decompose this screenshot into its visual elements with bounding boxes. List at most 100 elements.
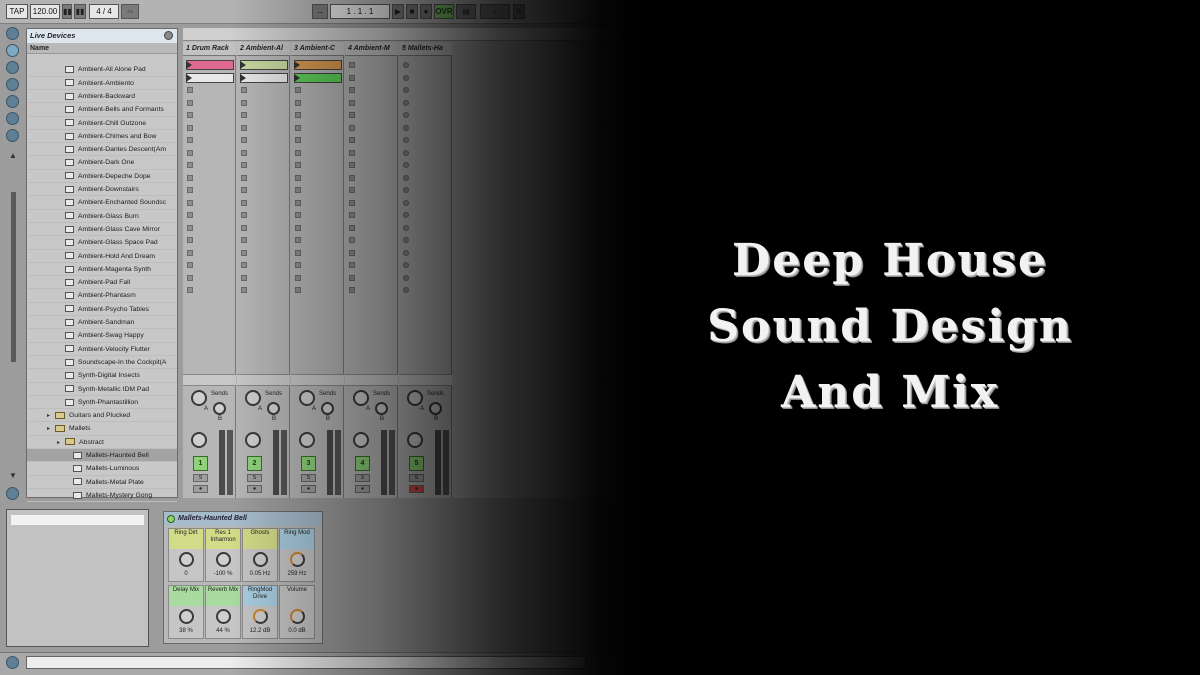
clip-slot-button[interactable] xyxy=(349,274,355,281)
clip-slot-button[interactable] xyxy=(403,112,409,118)
plugin-devices-icon[interactable] xyxy=(6,61,19,74)
overdub-button[interactable]: OVR xyxy=(434,4,454,19)
clip-slot-button[interactable] xyxy=(187,224,193,231)
device-power-icon[interactable] xyxy=(167,515,175,523)
clip-slot-button[interactable] xyxy=(187,124,193,131)
solo-button[interactable]: S xyxy=(247,474,262,482)
browser-item[interactable]: Mallets-Haunted Bell xyxy=(27,449,177,463)
clip-slot-button[interactable] xyxy=(187,237,193,243)
browser-item[interactable]: Ambient-Swag Happy xyxy=(27,329,177,343)
clip-launch-icon[interactable] xyxy=(240,61,246,69)
clip-slot-button[interactable] xyxy=(403,262,409,268)
track-activator-button[interactable]: 4 xyxy=(355,456,370,471)
browser-item[interactable]: Mallets-Luminous xyxy=(27,462,177,476)
clip-slot-button[interactable] xyxy=(187,162,193,168)
clip-slot-button[interactable] xyxy=(241,262,247,268)
clip-slot-button[interactable] xyxy=(349,137,355,143)
clip-slot-button[interactable] xyxy=(187,249,193,256)
clip-slot-button[interactable] xyxy=(295,174,301,181)
clip-slot-button[interactable] xyxy=(403,74,409,81)
send-a-knob[interactable] xyxy=(245,390,261,406)
volume-fader[interactable] xyxy=(281,430,287,495)
solo-button[interactable]: S xyxy=(301,474,316,482)
browser-item[interactable]: Ambient-Pad Fall xyxy=(27,276,177,290)
clip[interactable] xyxy=(294,72,342,83)
song-position-field[interactable]: 1 . 1 . 1 xyxy=(330,4,390,19)
browser-item[interactable]: Soundscape-In the Cockpit(A xyxy=(27,356,177,370)
clip-slot-button[interactable] xyxy=(295,137,301,143)
clip-slot-button[interactable] xyxy=(241,274,247,281)
browser-item[interactable]: Ambient-Bells and Formants xyxy=(27,103,177,117)
clip-slot-button[interactable] xyxy=(241,149,247,156)
file-browser-1-icon[interactable] xyxy=(6,78,19,91)
scroll-up-icon[interactable]: ▲ xyxy=(9,151,17,160)
clip-slot-button[interactable] xyxy=(295,274,301,281)
overview-bar[interactable] xyxy=(183,28,623,41)
browser-item[interactable]: Ambient-Dantes Descent(Am xyxy=(27,143,177,157)
volume-fader[interactable] xyxy=(389,430,395,495)
clip-slot-button[interactable] xyxy=(403,149,409,156)
browser-scrollbar[interactable] xyxy=(11,192,16,362)
clip-slot-button[interactable] xyxy=(349,74,355,81)
clip-slot-button[interactable] xyxy=(241,174,247,181)
clip-slot-button[interactable] xyxy=(241,137,247,143)
clip-slot-button[interactable] xyxy=(241,287,247,293)
clip-stop-row[interactable] xyxy=(237,374,290,386)
clip-slot-button[interactable] xyxy=(295,199,301,206)
browser-item[interactable]: Mallets-Metal Plate xyxy=(27,476,177,489)
metronome-icon[interactable]: ▮▮ xyxy=(62,4,72,19)
clip-slot-button[interactable] xyxy=(349,174,355,181)
browser-item[interactable]: Ambient-Velocity Flutter xyxy=(27,343,177,356)
track-title[interactable]: 1 Drum Rack xyxy=(183,42,236,56)
groove-pool-icon[interactable] xyxy=(6,487,19,500)
clip-slot-button[interactable] xyxy=(295,124,301,131)
clip-launch-icon[interactable] xyxy=(294,73,300,82)
macro-knob[interactable] xyxy=(290,609,305,624)
browser-item[interactable]: Ambient-Depeche Dope xyxy=(27,170,177,184)
clip-stop-row[interactable] xyxy=(399,374,452,386)
clip-slot-button[interactable] xyxy=(403,287,409,293)
clip-slot-button[interactable] xyxy=(403,274,409,281)
clip-slot-button[interactable] xyxy=(349,224,355,231)
clip-launch-icon[interactable] xyxy=(294,61,300,69)
nudge-icon[interactable]: ▮▮ xyxy=(74,4,86,19)
macro-control[interactable]: Volume 0.0 dB xyxy=(279,585,315,639)
clip-slot-button[interactable] xyxy=(349,249,355,256)
key-map-icon[interactable]: ▫ xyxy=(480,4,510,19)
clip-launch-icon[interactable] xyxy=(240,73,246,82)
browser-folder[interactable]: ▸ Abstract xyxy=(27,436,177,450)
clip-slot-button[interactable] xyxy=(187,274,193,281)
browser-item[interactable]: Mallets-Mystery Gong xyxy=(27,489,177,503)
pan-knob[interactable] xyxy=(407,432,423,448)
clip-slot-button[interactable] xyxy=(295,237,301,243)
clip-slot-button[interactable] xyxy=(295,287,301,293)
clip-launch-icon[interactable] xyxy=(186,61,192,69)
browser-item[interactable]: Ambient-Ambiento xyxy=(27,77,177,90)
browser-item[interactable]: Ambient-Glass Cave Mirror xyxy=(27,223,177,237)
arm-button[interactable]: ● xyxy=(247,485,262,493)
macro-control[interactable]: Delay Mix 38 % xyxy=(168,585,204,639)
clip-slot-button[interactable] xyxy=(295,187,301,193)
clip-slot-button[interactable] xyxy=(349,87,355,93)
solo-button[interactable]: S xyxy=(193,474,208,482)
send-b-knob[interactable] xyxy=(267,402,280,415)
browser-toggle-icon[interactable] xyxy=(6,27,19,40)
clip-slot-button[interactable] xyxy=(403,212,409,218)
macro-knob[interactable] xyxy=(216,552,231,567)
clip-slot-button[interactable] xyxy=(295,162,301,168)
record-icon[interactable]: ● xyxy=(420,4,432,19)
arm-button[interactable]: ● xyxy=(409,485,424,493)
clip-slot-button[interactable] xyxy=(403,99,409,106)
clip-slot-button[interactable] xyxy=(295,212,301,218)
track-title[interactable]: 5 Mallets-Ha xyxy=(399,42,452,56)
track-title[interactable]: 2 Ambient-Al xyxy=(237,42,290,56)
clip-slot-button[interactable] xyxy=(403,237,409,243)
clip-slot-button[interactable] xyxy=(349,287,355,293)
send-a-knob[interactable] xyxy=(407,390,423,406)
clip-slot-button[interactable] xyxy=(295,99,301,106)
clip-slot-button[interactable] xyxy=(403,249,409,256)
macro-control[interactable]: Reverb Mix 44 % xyxy=(205,585,241,639)
send-b-knob[interactable] xyxy=(213,402,226,415)
macro-knob[interactable] xyxy=(216,609,231,624)
track-activator-button[interactable]: 5 xyxy=(409,456,424,471)
